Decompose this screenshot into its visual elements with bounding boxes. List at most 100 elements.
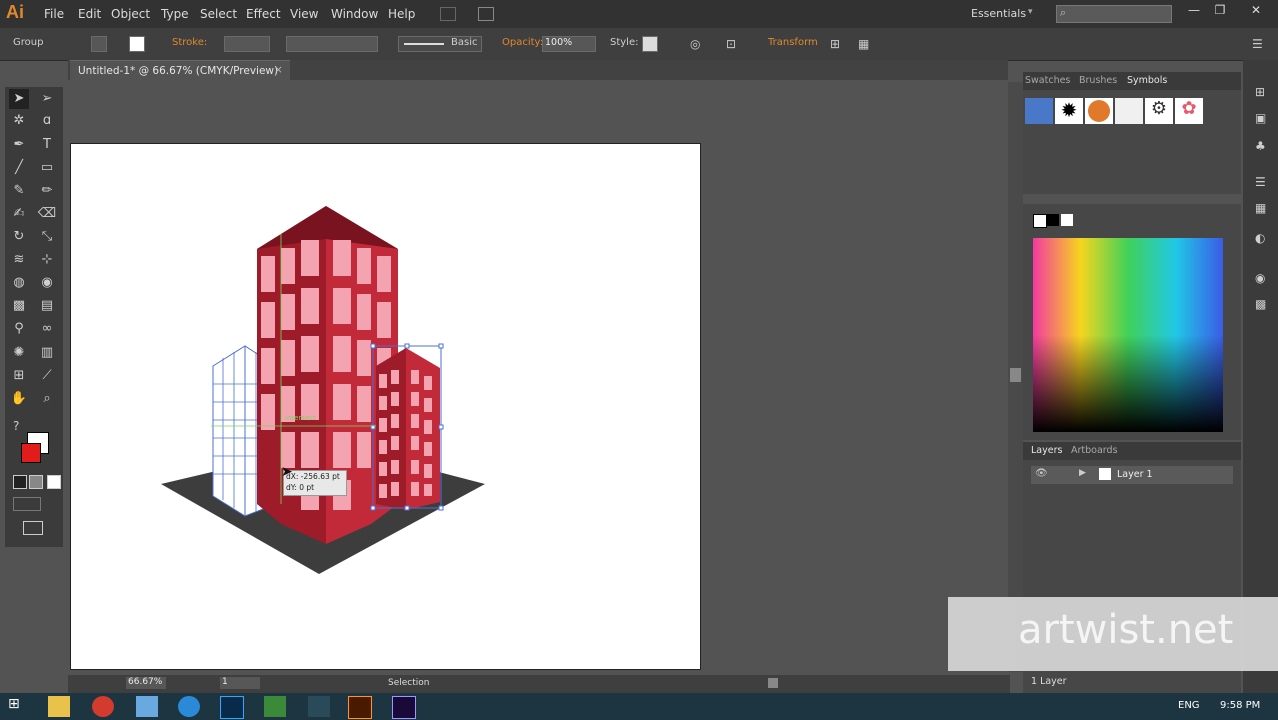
internet-explorer-icon[interactable] [178, 696, 200, 717]
width-tool-icon[interactable]: ≋ [9, 250, 29, 270]
direct-selection-tool-icon[interactable]: ➢ [37, 89, 57, 109]
scrollbar-thumb[interactable] [1010, 368, 1021, 382]
after-effects-icon[interactable] [392, 696, 416, 719]
free-transform-tool-icon[interactable]: ⊹ [37, 250, 57, 270]
paintbrush-tool-icon[interactable]: ✎ [9, 181, 29, 201]
gradient-mode-icon[interactable] [29, 475, 43, 489]
menu-file[interactable]: File [44, 7, 64, 21]
document-tab[interactable]: Untitled-1* @ 66.67% (CMYK/Preview) × [70, 60, 290, 81]
tab-artboards[interactable]: Artboards [1071, 445, 1118, 456]
appearance-icon[interactable]: ◉ [1255, 272, 1269, 284]
menu-select[interactable]: Select [200, 7, 237, 21]
symbol-flower[interactable]: ✿ [1175, 98, 1203, 124]
fill-color-swatch[interactable] [21, 443, 41, 463]
visibility-eye-icon[interactable]: 👁 [1035, 468, 1048, 479]
horizontal-scroll-thumb[interactable] [768, 678, 778, 688]
expand-triangle-icon[interactable]: ▶ [1079, 468, 1086, 478]
type-tool-icon[interactable]: T [37, 135, 57, 155]
menu-help[interactable]: Help [388, 7, 415, 21]
menu-effect[interactable]: Effect [246, 7, 281, 21]
illustrator-icon[interactable] [348, 696, 372, 719]
menu-type[interactable]: Type [161, 7, 189, 21]
gradient-icon[interactable]: ▦ [1255, 202, 1269, 214]
artboard-number-field[interactable]: 1 [220, 677, 260, 689]
language-indicator[interactable]: ENG [1178, 700, 1200, 711]
shape-builder-tool-icon[interactable]: ◍ [9, 273, 29, 293]
symbol-sprayer-tool-icon[interactable]: ✺ [9, 343, 29, 363]
variable-width-profile[interactable] [286, 36, 378, 52]
app-icon[interactable] [308, 696, 330, 717]
magic-wand-tool-icon[interactable]: ✲ [9, 111, 29, 131]
line-tool-icon[interactable]: ╱ [9, 158, 29, 178]
color-mode-icon[interactable] [13, 475, 27, 489]
pen-tool-icon[interactable]: ✒ [9, 135, 29, 155]
tab-swatches[interactable]: Swatches [1025, 75, 1070, 86]
screen-mode-icon[interactable] [23, 521, 43, 535]
symbol-orange-circle[interactable] [1085, 98, 1113, 124]
isolate-icon[interactable]: ⊞ [830, 37, 840, 51]
more-options-icon[interactable]: ▦ [858, 37, 869, 51]
symbols-icon[interactable]: ♣ [1255, 140, 1269, 152]
current-tool-status[interactable]: Selection [388, 678, 429, 688]
selection-tool-icon[interactable]: ➤ [9, 89, 29, 109]
file-explorer-icon[interactable] [48, 696, 70, 717]
eyedropper-tool-icon[interactable]: ⚲ [9, 319, 29, 339]
opacity-label[interactable]: Opacity: [502, 37, 543, 48]
menu-window[interactable]: Window [331, 7, 378, 21]
bridge-icon[interactable] [440, 7, 456, 21]
color-guide-icon[interactable]: ⊞ [1255, 86, 1269, 98]
close-tab-icon[interactable]: × [274, 64, 283, 76]
symbol-splatter[interactable]: ✹ [1055, 98, 1083, 124]
white-color-icon[interactable] [1061, 214, 1073, 226]
photoshop-icon[interactable] [220, 696, 244, 719]
lasso-tool-icon[interactable]: ɑ [37, 111, 57, 131]
zoom-field[interactable]: 66.67% [126, 677, 166, 689]
hand-tool-icon[interactable]: ✋ [9, 389, 29, 409]
drawing-mode-icon[interactable] [13, 497, 41, 511]
graphic-style-swatch[interactable] [642, 36, 658, 52]
none-color-icon[interactable] [1033, 214, 1047, 228]
vertical-scrollbar[interactable] [1008, 82, 1023, 672]
graph-tool-icon[interactable]: ▥ [37, 343, 57, 363]
layer-row[interactable]: 👁 ▶ Layer 1 [1031, 466, 1233, 484]
windows-start-icon[interactable]: ⊞ [8, 696, 30, 717]
arrange-documents-icon[interactable] [478, 7, 494, 21]
menu-object[interactable]: Object [111, 7, 150, 21]
close-button[interactable]: ✕ [1244, 3, 1268, 21]
rectangle-tool-icon[interactable]: ▭ [37, 158, 57, 178]
eraser-tool-icon[interactable]: ⌫ [37, 204, 57, 224]
artboard[interactable]: intersect dX: -256.63 pt dY: 0 pt ➤ [70, 143, 701, 670]
libraries-icon[interactable]: ▣ [1255, 112, 1269, 124]
artboard-tool-icon[interactable]: ⊞ [9, 366, 29, 386]
tab-symbols[interactable]: Symbols [1127, 75, 1167, 86]
scale-tool-icon[interactable]: ⤡ [37, 227, 57, 247]
pencil-tool-icon[interactable]: ✏ [37, 181, 57, 201]
search-input[interactable]: ⌕ [1056, 5, 1172, 23]
restore-button[interactable]: ❐ [1208, 3, 1232, 21]
slice-tool-icon[interactable]: ⟋ [37, 366, 57, 386]
color-spectrum[interactable] [1033, 238, 1223, 432]
symbol-gear[interactable]: ⚙ [1145, 98, 1173, 124]
camtasia-icon[interactable] [264, 696, 286, 717]
gradient-tool-icon[interactable]: ▤ [37, 296, 57, 316]
opacity-field[interactable]: 100% [542, 36, 596, 52]
zoom-tool-icon[interactable]: ⌕ [37, 389, 57, 409]
symbol-blue-banner[interactable] [1025, 98, 1053, 124]
stroke-icon[interactable]: ☰ [1255, 176, 1269, 188]
blend-tool-icon[interactable]: ∞ [37, 319, 57, 339]
rotate-tool-icon[interactable]: ↻ [9, 227, 29, 247]
recolor-artwork-icon[interactable]: ◎ [690, 37, 700, 51]
black-color-icon[interactable] [1047, 214, 1059, 226]
mesh-tool-icon[interactable]: ▩ [9, 296, 29, 316]
minimize-button[interactable]: — [1182, 3, 1206, 21]
notepad-icon[interactable] [136, 696, 158, 717]
menu-edit[interactable]: Edit [78, 7, 101, 21]
help-icon[interactable]: ? [13, 419, 19, 433]
align-icon[interactable]: ⊡ [726, 37, 736, 51]
stroke-label[interactable]: Stroke: [172, 37, 207, 48]
stroke-swatch[interactable] [129, 36, 145, 52]
stroke-weight-field[interactable] [224, 36, 270, 52]
menu-view[interactable]: View [290, 7, 318, 21]
control-panel-menu-icon[interactable]: ☰ [1252, 37, 1263, 51]
live-paint-tool-icon[interactable]: ◉ [37, 273, 57, 293]
